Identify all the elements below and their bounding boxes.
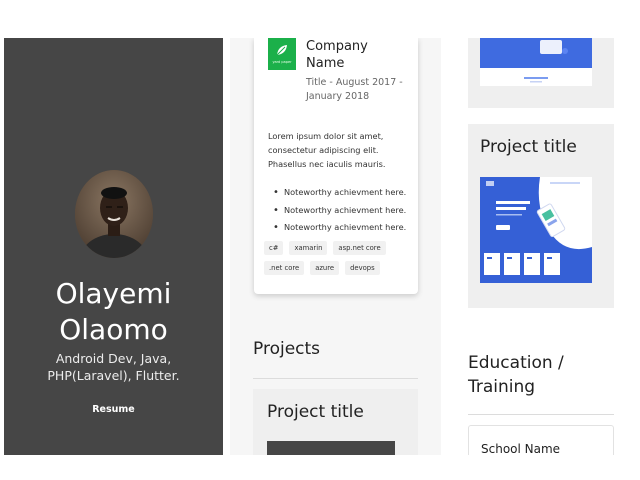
project-card[interactable]: Project title	[253, 389, 418, 455]
project-title: Project title	[267, 402, 364, 422]
achievement-item: Noteworthy achievment here.	[268, 202, 416, 220]
education-heading: Education / Training	[468, 351, 564, 399]
education-heading-line2: Training	[468, 377, 536, 397]
skill-tag: .net core	[264, 261, 305, 275]
project-image	[267, 441, 395, 455]
resume-page: Olayemi Olaomo Android Dev, Java, PHP(La…	[4, 38, 636, 455]
project-title: Project title	[480, 137, 577, 157]
skill-tags: c# xamarin asp.net core .net core azure …	[264, 241, 412, 275]
skill-tag: c#	[264, 241, 284, 255]
profile-last-name: Olaomo	[59, 313, 168, 346]
resume-link[interactable]: Resume	[4, 404, 223, 415]
project-screenshot	[480, 38, 592, 86]
achievement-item: Noteworthy achievment here.	[268, 184, 416, 202]
profile-sidebar: Olayemi Olaomo Android Dev, Java, PHP(La…	[4, 38, 223, 455]
projects-divider	[253, 378, 418, 379]
leaf-icon	[276, 45, 287, 56]
achievement-list: Noteworthy achievment here. Noteworthy a…	[268, 184, 416, 237]
viewport: Olayemi Olaomo Android Dev, Java, PHP(La…	[0, 0, 640, 480]
profile-subtitle: Android Dev, Java, PHP(Laravel), Flutter…	[4, 350, 223, 384]
skill-tag: xamarin	[289, 241, 328, 255]
job-dates: Title - August 2017 - January 2018	[306, 77, 403, 102]
skill-tag: asp.net core	[333, 241, 386, 255]
profile-avatar	[75, 170, 153, 258]
website-preview-image	[480, 177, 592, 283]
experience-card: yard paper Company Name Title - August 2…	[254, 38, 418, 294]
company-logo: yard paper	[268, 38, 296, 70]
company-logo-text: yard paper	[272, 60, 292, 64]
skill-tag: azure	[310, 261, 340, 275]
profile-first-name: Olayemi	[55, 277, 172, 310]
experience-column: yard paper Company Name Title - August 2…	[230, 38, 441, 455]
company-name: Company Name	[306, 39, 368, 71]
project-card[interactable]	[468, 38, 614, 108]
profile-subtitle-line2: PHP(Laravel), Flutter.	[47, 368, 180, 383]
education-card: School Name	[468, 425, 614, 455]
website-preview-image	[480, 38, 592, 86]
profile-name: Olayemi Olaomo	[4, 276, 223, 348]
education-heading-line1: Education /	[468, 353, 564, 373]
skill-tag: devops	[345, 261, 380, 275]
education-divider	[468, 414, 614, 415]
avatar-photo	[75, 170, 153, 258]
achievement-item: Noteworthy achievment here.	[268, 219, 416, 237]
right-column: Project title Education / Training Schoo…	[445, 38, 636, 455]
job-description: Lorem ipsum dolor sit amet, consectetur …	[268, 131, 386, 169]
profile-subtitle-line1: Android Dev, Java,	[55, 351, 172, 366]
project-card[interactable]: Project title	[468, 124, 614, 308]
projects-heading: Projects	[253, 339, 321, 359]
school-name: School Name	[481, 442, 561, 455]
project-screenshot	[480, 177, 592, 283]
